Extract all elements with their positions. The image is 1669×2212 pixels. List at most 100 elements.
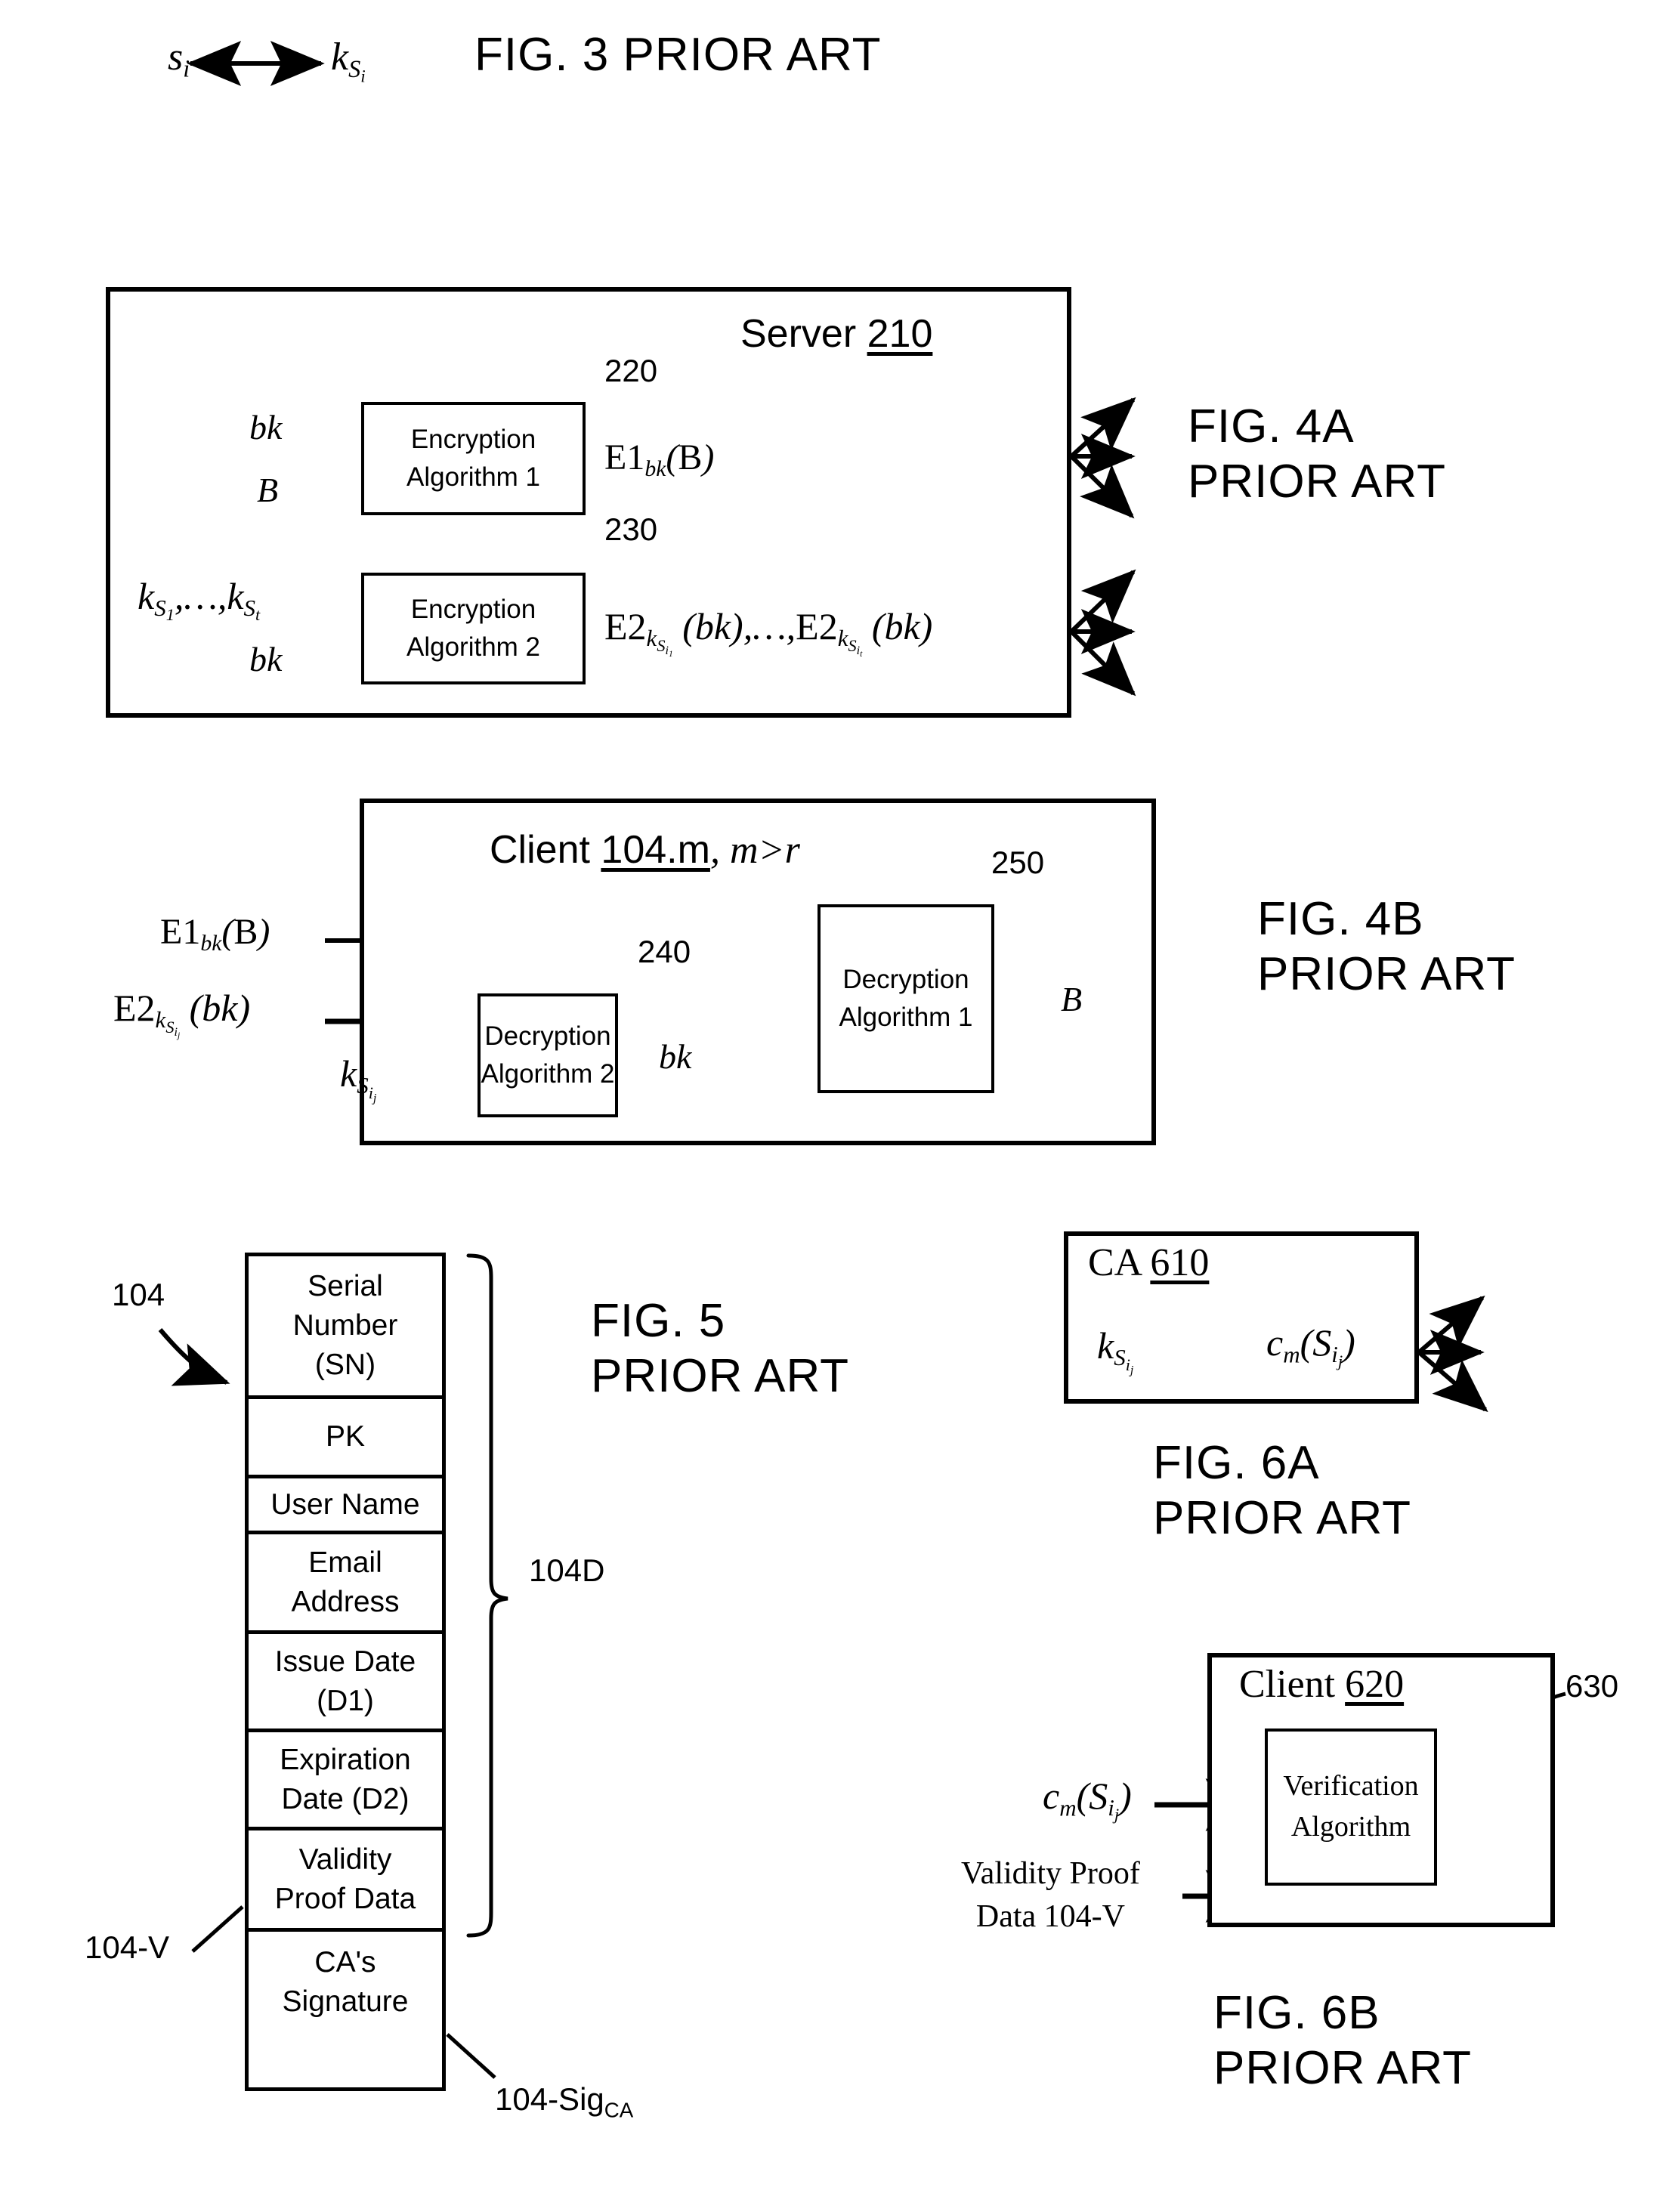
decryption-algorithm-2-block: Decryption Algorithm 2 bbox=[478, 993, 618, 1117]
input-bk-to-enc1: bk bbox=[249, 408, 283, 446]
fig4a-caption-line2: PRIOR ART bbox=[1188, 456, 1447, 508]
ref-250: 250 bbox=[991, 845, 1045, 880]
cert-row-expiration-date: Expiration Date (D2) bbox=[249, 1732, 442, 1830]
decryption-algorithm-1-line1: Decryption bbox=[842, 965, 969, 995]
input-key-ksij: kSij bbox=[340, 1052, 377, 1105]
client-104m-title: Client 104.m, m>r bbox=[490, 827, 800, 873]
server-title-text: Server bbox=[740, 312, 857, 356]
cert-row-label: Validity Proof Data bbox=[275, 1840, 416, 1919]
fig4b-caption-line2: PRIOR ART bbox=[1257, 948, 1516, 1001]
input-E1bkB-to-client: E1bk(B) bbox=[160, 912, 270, 956]
cert-row-validity-proof-data: Validity Proof Data bbox=[249, 1830, 442, 1932]
output-B-from-client: B bbox=[1061, 980, 1083, 1018]
cert-row-label: Issue Date (D1) bbox=[275, 1642, 416, 1721]
cert-row-line: Email bbox=[308, 1546, 382, 1579]
intermediate-bk: bk bbox=[659, 1037, 692, 1076]
fig6a-caption-line1: FIG. 6A bbox=[1153, 1437, 1320, 1489]
fig6b-caption: FIG. 6B PRIOR ART bbox=[1213, 1985, 1472, 2096]
cert-row-line: PK bbox=[325, 1420, 366, 1454]
input-E2-to-client: E2kSij (bk) bbox=[113, 987, 251, 1041]
cert-row-line: Signature bbox=[282, 1985, 409, 2018]
output-E2-list: E2kSi1 (bk),…,E2kSit (bk) bbox=[604, 605, 933, 660]
ref-104-V: 104-V bbox=[85, 1929, 170, 1965]
encryption-algorithm-1-line1: Encryption bbox=[410, 425, 536, 455]
ca-input-ksij: kSij bbox=[1097, 1324, 1134, 1377]
cert-row-label: CA's Signature bbox=[283, 1943, 409, 2022]
decryption-algorithm-2-line1: Decryption bbox=[484, 1021, 611, 1052]
ca-title-text: CA bbox=[1088, 1241, 1141, 1284]
cert-row-line: User Name bbox=[270, 1488, 420, 1521]
client-620-title-text: Client bbox=[1239, 1663, 1336, 1706]
cert-row-label: Expiration Date (D2) bbox=[280, 1741, 410, 1819]
cert-row-line: Issue Date bbox=[274, 1645, 416, 1678]
server-ref-210: 210 bbox=[867, 312, 933, 356]
fig6b-input-cm: cm(Sij) bbox=[1043, 1775, 1132, 1824]
ref-104-Sig-text: 104-Sig bbox=[495, 2081, 604, 2117]
cert-row-pk: PK bbox=[249, 1399, 442, 1478]
cert-row-line: Address bbox=[291, 1585, 400, 1618]
output-E1bkB: E1bk(B) bbox=[604, 437, 715, 481]
cert-row-label: User Name bbox=[270, 1485, 419, 1525]
client-104m-condition: , m>r bbox=[709, 829, 800, 872]
decryption-algorithm-1-block: Decryption Algorithm 1 bbox=[818, 904, 994, 1093]
ref-240: 240 bbox=[638, 934, 691, 969]
fig6b-input-validity-line2: Data 104-V bbox=[975, 1898, 1125, 1934]
cert-row-line: Date (D2) bbox=[281, 1782, 410, 1815]
ref-104-Sig-sub: CA bbox=[604, 2098, 634, 2122]
cert-row-line: (D1) bbox=[317, 1684, 374, 1717]
cert-row-serial-number: Serial Number (SN) bbox=[249, 1256, 442, 1399]
fig5-caption: FIG. 5 PRIOR ART bbox=[591, 1293, 849, 1404]
ref-230: 230 bbox=[604, 511, 658, 547]
encryption-algorithm-1-block: Encryption Algorithm 1 bbox=[361, 402, 586, 515]
input-bk-to-enc2: bk bbox=[249, 640, 283, 678]
cert-row-label: PK bbox=[326, 1417, 365, 1457]
fig4a-caption: FIG. 4A PRIOR ART bbox=[1188, 399, 1446, 509]
cert-row-line: Serial bbox=[308, 1270, 383, 1303]
verification-algorithm-line2: Algorithm bbox=[1290, 1811, 1411, 1843]
ref-104: 104 bbox=[112, 1277, 165, 1312]
fig6b-caption-line2: PRIOR ART bbox=[1213, 2042, 1473, 2095]
encryption-algorithm-1-line2: Algorithm 1 bbox=[406, 462, 541, 492]
fig4a-caption-line1: FIG. 4A bbox=[1188, 400, 1355, 453]
ref-220: 220 bbox=[604, 353, 658, 388]
client-104m-title-text: Client bbox=[490, 828, 590, 872]
cert-row-email-address: Email Address bbox=[249, 1534, 442, 1634]
input-B-to-enc1: B bbox=[257, 471, 279, 509]
cert-row-line: Number bbox=[292, 1309, 398, 1342]
server-title: Server 210 bbox=[740, 311, 932, 357]
cert-row-line: (SN) bbox=[314, 1348, 376, 1381]
fig6b-input-validity-proof: Validity Proof Data 104-V bbox=[961, 1852, 1140, 1938]
ca-ref-610: 610 bbox=[1150, 1241, 1210, 1284]
cert-row-label: Serial Number (SN) bbox=[293, 1267, 398, 1385]
cert-row-issue-date: Issue Date (D1) bbox=[249, 1634, 442, 1732]
client-620-title: Client 620 bbox=[1239, 1662, 1404, 1707]
fig6a-caption: FIG. 6A PRIOR ART bbox=[1153, 1435, 1411, 1546]
ref-104D: 104D bbox=[529, 1552, 605, 1588]
cert-row-user-name: User Name bbox=[249, 1478, 442, 1534]
fig3-right-symbol: kSi bbox=[331, 36, 366, 87]
fig6a-caption-line2: PRIOR ART bbox=[1153, 1492, 1412, 1545]
cert-row-label: Email Address bbox=[291, 1543, 399, 1622]
cert-row-line: CA's bbox=[314, 1945, 376, 1979]
verification-algorithm-line1: Verification bbox=[1283, 1770, 1419, 1803]
cert-row-line: Validity bbox=[298, 1843, 392, 1876]
fig4b-caption-line1: FIG. 4B bbox=[1257, 893, 1424, 945]
fig5-caption-line1: FIG. 5 bbox=[591, 1295, 726, 1347]
encryption-algorithm-2-line2: Algorithm 2 bbox=[406, 632, 541, 662]
client-104m-ref: 104.m bbox=[601, 828, 710, 872]
verification-algorithm-block: Verification Algorithm bbox=[1265, 1729, 1437, 1886]
fig5-caption-line2: PRIOR ART bbox=[591, 1350, 850, 1403]
cert-row-cas-signature: CA's Signature bbox=[249, 1932, 442, 2032]
fig4b-caption: FIG. 4B PRIOR ART bbox=[1257, 891, 1516, 1002]
ca-output-cm: cm(Sij) bbox=[1266, 1321, 1355, 1371]
cert-row-line: Proof Data bbox=[274, 1882, 416, 1915]
decryption-algorithm-1-line2: Algorithm 1 bbox=[839, 1003, 973, 1032]
client-620-ref: 620 bbox=[1345, 1663, 1405, 1706]
encryption-algorithm-2-line1: Encryption bbox=[410, 595, 536, 625]
cert-row-line: Expiration bbox=[280, 1743, 411, 1776]
fig6b-caption-line1: FIG. 6B bbox=[1213, 1987, 1380, 2039]
decryption-algorithm-2-line2: Algorithm 2 bbox=[481, 1059, 615, 1089]
ref-630: 630 bbox=[1565, 1668, 1619, 1704]
input-keys-to-enc2: kS1,…,kSt bbox=[138, 575, 261, 625]
fig3-caption: FIG. 3 PRIOR ART bbox=[474, 29, 882, 81]
